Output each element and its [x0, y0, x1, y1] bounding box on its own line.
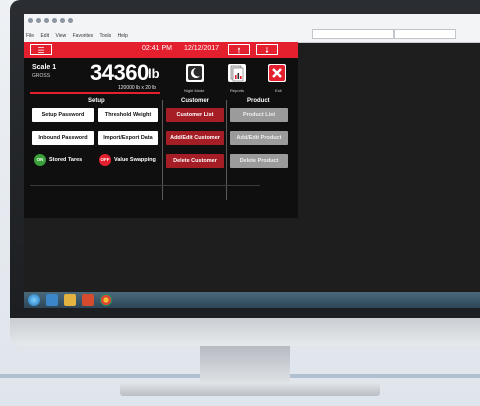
- menu-favorites[interactable]: Favorites: [73, 33, 94, 39]
- menu-edit[interactable]: Edit: [40, 33, 49, 39]
- refresh-icon[interactable]: [44, 18, 49, 23]
- reports-button[interactable]: [228, 64, 246, 82]
- browser-menu: File Edit View Favorites Tools Help: [26, 33, 133, 39]
- monitor-stand-base: [120, 382, 380, 396]
- customer-list-button[interactable]: Customer List: [166, 108, 224, 122]
- back-icon[interactable]: [28, 18, 33, 23]
- weight-value: 34360: [90, 60, 149, 85]
- customer-section-title: Customer: [181, 98, 210, 104]
- monitor-screen: File Edit View Favorites Tools Help ☰ 02…: [24, 14, 480, 308]
- close-icon: [269, 65, 285, 81]
- hamburger-icon: ☰: [37, 46, 45, 55]
- add-edit-customer-button[interactable]: Add/Edit Customer: [166, 131, 224, 145]
- menu-tools[interactable]: Tools: [99, 33, 111, 39]
- scale-name: Scale 1: [32, 64, 57, 71]
- menu-help[interactable]: Help: [118, 33, 128, 39]
- weight-unit: lb: [148, 66, 160, 81]
- monitor-chin: [10, 318, 480, 346]
- delete-product-button[interactable]: Delete Product: [230, 154, 288, 168]
- value-swapping-toggle[interactable]: OFF: [99, 154, 111, 166]
- add-edit-product-button[interactable]: Add/Edit Product: [230, 131, 288, 145]
- arrow-down-icon: 🠗: [265, 46, 269, 55]
- scale-app: ☰ 02:41 PM 12/12/2017 🠕 🠗 Scale 1 GROSS …: [24, 42, 298, 218]
- value-swapping-label: Value Swapping: [114, 157, 156, 163]
- taskbar: [24, 292, 480, 308]
- print-icon[interactable]: [68, 18, 73, 23]
- favorites-icon[interactable]: [60, 18, 65, 23]
- forward-icon[interactable]: [36, 18, 41, 23]
- footer-divider: [30, 185, 260, 186]
- menu-file[interactable]: File: [26, 33, 34, 39]
- stored-tares-toggle[interactable]: ON: [34, 154, 46, 166]
- search-input[interactable]: [394, 29, 456, 39]
- menu-button[interactable]: ☰: [30, 44, 52, 55]
- exit-label: Exit: [275, 88, 282, 93]
- reports-icon: [230, 65, 244, 82]
- clock-time: 02:41 PM: [142, 45, 172, 52]
- start-icon[interactable]: [28, 294, 40, 306]
- clock-date: 12/12/2017: [184, 45, 220, 52]
- scale-underline: [30, 92, 160, 94]
- exit-button[interactable]: [268, 64, 286, 82]
- browser-toolbar: File Edit View Favorites Tools Help: [24, 14, 480, 43]
- arrow-up-icon: 🠕: [237, 46, 241, 55]
- moon-icon: [188, 66, 202, 80]
- top-bar: ☰ 02:41 PM 12/12/2017 🠕 🠗: [24, 42, 298, 58]
- scroll-down-button[interactable]: 🠗: [256, 44, 278, 55]
- setup-section-title: Setup: [88, 98, 105, 104]
- monitor-stand-neck: [200, 346, 290, 384]
- night-mode-button[interactable]: [186, 64, 204, 82]
- ie-icon[interactable]: [46, 294, 58, 306]
- menu-view[interactable]: View: [55, 33, 66, 39]
- media-icon[interactable]: [82, 294, 94, 306]
- home-icon[interactable]: [52, 18, 57, 23]
- threshold-weight-button[interactable]: Threshold Weight: [98, 108, 158, 122]
- stored-tares-label: Stored Tares: [49, 157, 83, 163]
- inbound-password-button[interactable]: Inbound Password: [32, 131, 94, 145]
- delete-customer-button[interactable]: Delete Customer: [166, 154, 224, 168]
- setup-password-button[interactable]: Setup Password: [32, 108, 94, 122]
- night-mode-label: Night Mode: [184, 88, 205, 93]
- folder-icon[interactable]: [64, 294, 76, 306]
- reports-label: Reports: [230, 88, 245, 93]
- address-bar[interactable]: [312, 29, 394, 39]
- scroll-up-button[interactable]: 🠕: [228, 44, 250, 55]
- chrome-icon[interactable]: [100, 294, 112, 306]
- scale-capacity: 120000 lb x 20 lb: [118, 85, 157, 91]
- weight-mode: GROSS: [32, 73, 51, 79]
- import-export-button[interactable]: Import/Export Data: [98, 131, 158, 145]
- product-section-title: Product: [247, 98, 270, 104]
- product-list-button[interactable]: Product List: [230, 108, 288, 122]
